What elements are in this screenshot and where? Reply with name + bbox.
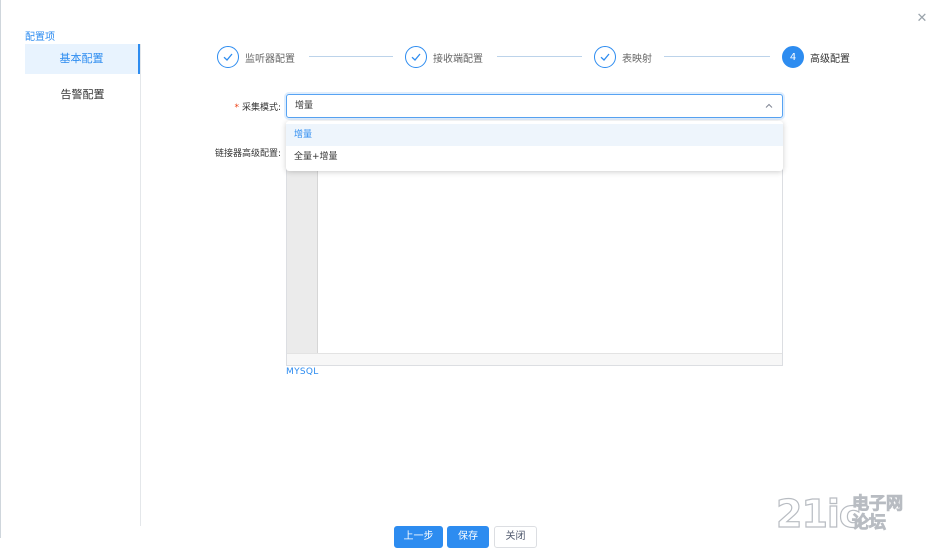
connector-advanced-label: 链接器高级配置: <box>214 149 281 159</box>
watermark-line1: 电子网 <box>852 494 904 514</box>
editor-horizontal-scrollbar[interactable] <box>287 353 782 365</box>
collect-mode-value: 增量 <box>295 101 314 111</box>
dialog-left-border <box>0 0 1 538</box>
step-table-mapping[interactable]: 表映射 <box>594 45 652 69</box>
close-button[interactable]: 关闭 <box>494 526 537 548</box>
save-button[interactable]: 保存 <box>447 526 489 548</box>
collect-mode-select[interactable]: 增量 <box>286 94 783 118</box>
site-watermark-logo: 21ic 电子网 论坛 <box>775 492 926 536</box>
chevron-up-icon <box>765 103 773 108</box>
sidebar-title: 配置项 <box>25 32 55 43</box>
editor-gutter <box>287 146 318 355</box>
step-connector <box>664 56 770 57</box>
dropdown-option-full-incremental[interactable]: 全量+增量 <box>286 146 783 168</box>
sidebar-item-basic-config[interactable]: 基本配置 <box>25 44 140 74</box>
step-label: 监听器配置 <box>245 53 295 65</box>
step-connector <box>497 56 582 57</box>
watermark-numeral: 21ic <box>775 492 862 536</box>
check-icon <box>594 46 616 68</box>
required-mark: * <box>234 103 239 113</box>
step-listener-config[interactable]: 监听器配置 <box>217 45 295 69</box>
editor-mode-label: MYSQL <box>286 367 319 377</box>
step-connector <box>309 56 393 57</box>
check-icon <box>405 46 427 68</box>
prev-step-button[interactable]: 上一步 <box>394 526 443 548</box>
close-icon[interactable]: ✕ <box>914 11 930 27</box>
step-label: 高级配置 <box>810 53 850 65</box>
collect-mode-label-text: 采集模式: <box>241 103 281 113</box>
collect-mode-dropdown: 增量 全量+增量 <box>286 121 783 171</box>
step-advanced-config[interactable]: 4 高级配置 <box>782 45 850 69</box>
sidebar-item-alert-config[interactable]: 告警配置 <box>25 80 140 110</box>
dropdown-option-incremental[interactable]: 增量 <box>286 124 783 146</box>
step-label: 接收端配置 <box>433 53 483 65</box>
step-receiver-config[interactable]: 接收端配置 <box>405 45 483 69</box>
step-number: 4 <box>782 46 804 68</box>
watermark-line2: 论坛 <box>852 513 887 533</box>
sidebar-nav: 基本配置 告警配置 <box>25 44 141 526</box>
step-label: 表映射 <box>622 53 652 65</box>
code-editor[interactable] <box>286 145 783 366</box>
collect-mode-label: * 采集模式: <box>228 100 281 113</box>
check-icon <box>217 46 239 68</box>
